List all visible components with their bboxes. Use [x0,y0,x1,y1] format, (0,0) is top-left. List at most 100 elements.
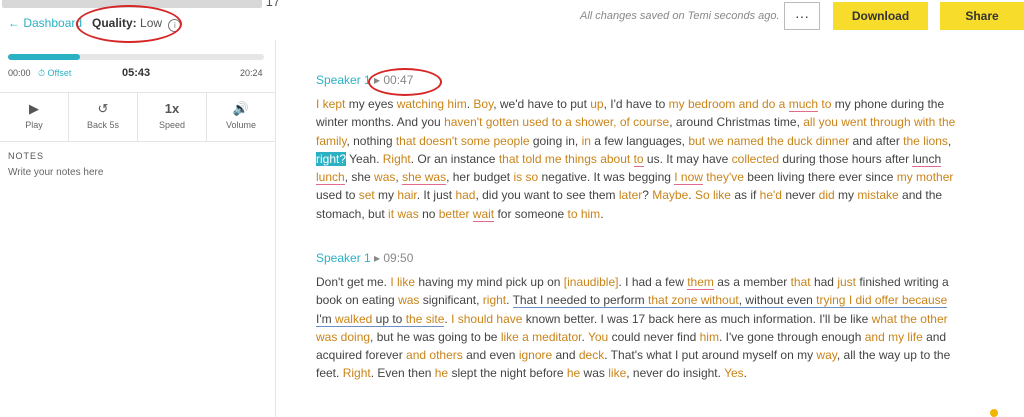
transcript-word[interactable]: for someone [494,207,567,221]
transcript-word[interactable]: That I needed to perform [512,293,649,309]
transcript-word[interactable]: , [948,134,951,148]
volume-button[interactable]: 🔊 Volume [207,93,275,141]
transcript-word[interactable]: that [791,275,811,289]
transcript-word[interactable]: Boy [473,97,493,111]
transcript-word[interactable]: Don't get me. [316,275,390,289]
share-button[interactable]: Share [940,2,1024,30]
transcript-word[interactable]: that doesn't some people [396,134,530,148]
transcript-word[interactable]: Yes [724,366,744,380]
transcript-word[interactable]: I'm [316,311,335,327]
transcript-word[interactable]: to [821,97,831,111]
transcript-word[interactable]: that zone without [648,293,739,309]
transcript-word[interactable]: having my mind pick up on [415,275,564,289]
transcript-paragraph[interactable]: I kept my eyes watching him. Boy, we'd h… [316,95,966,223]
transcript-word[interactable]: set [359,188,375,202]
transcript-word[interactable]: . [744,366,747,380]
transcript-word[interactable]: I like [390,275,415,289]
transcript-word[interactable]: hair [397,188,416,202]
transcript-word[interactable]: , we'd have to put [493,97,590,111]
transcript-word[interactable]: ? [642,188,652,202]
transcript-word[interactable]: no [419,207,439,221]
more-options-button[interactable]: ··· [784,2,820,30]
transcript-word[interactable]: he [567,366,580,380]
transcript-word[interactable]: I now [674,170,703,186]
transcript-word[interactable]: better [439,207,470,221]
transcript-word[interactable]: later [619,188,642,202]
speaker-label[interactable]: Speaker 1 [316,251,371,265]
transcript-word[interactable]: . I had a few [618,275,687,289]
transcript-word[interactable]: as a member [714,275,791,289]
transcript-word[interactable]: during those hours after [779,152,912,166]
transcript-word[interactable]: and after [849,134,903,148]
transcript-word[interactable]: , but he was going to be [370,330,501,344]
quality-indicator[interactable]: Quality: Low i [92,16,182,32]
transcript-word[interactable]: right? [316,151,347,166]
transcript-word[interactable]: he'd [760,188,782,202]
transcript-word[interactable]: mistake [857,188,898,202]
transcript-word[interactable]: , without even [738,293,817,309]
transcript-word[interactable]: him [700,330,719,344]
transcript-word[interactable]: and [552,348,579,362]
transcript-word[interactable]: . Or an instance [411,152,499,166]
transcript-word[interactable]: my [835,188,858,202]
transcript-word[interactable]: up to [372,311,406,327]
transcript-word[interactable]: . [506,293,512,307]
transcript-word[interactable]: but we named the duck dinner [688,134,849,148]
transcript-word[interactable]: trying I did offer because [816,293,948,309]
transcript-word[interactable]: my [375,188,398,202]
transcript-word[interactable]: . Even then [371,366,435,380]
transcript-word[interactable]: , around Christmas time, [669,115,803,129]
speaker-label[interactable]: Speaker 1 [316,73,371,87]
transcript-word[interactable]: Right [383,152,411,166]
transcript-word[interactable]: they've [706,170,744,184]
download-button[interactable]: Download [833,2,928,30]
transcript-word[interactable]: . [600,207,603,221]
transcript-paragraph[interactable]: Don't get me. I like having my mind pick… [316,273,966,383]
dashboard-link[interactable]: ← Dashboard [8,16,82,30]
transcript-word[interactable]: was [580,366,608,380]
notes-input[interactable] [8,167,263,178]
transcript-word[interactable]: as if [731,188,760,202]
transcript-word[interactable]: like [608,366,626,380]
transcript-word[interactable]: . That's what I put around myself on my [604,348,816,362]
transcript-word[interactable]: I kept [316,97,345,111]
offset-control[interactable]: ⏱ Offset [38,68,71,79]
transcript-word[interactable]: up [590,97,603,111]
transcript-word[interactable]: and my life [865,330,923,344]
transcript-word[interactable]: Maybe [652,188,688,202]
transcript-word[interactable]: never [782,188,819,202]
transcript-word[interactable]: walked [334,311,373,327]
transcript-word[interactable]: , her budget [446,170,513,184]
transcript-word[interactable]: , nothing [346,134,395,148]
transcript-word[interactable]: deck [579,348,604,362]
transcript-word[interactable]: that told me things about [499,152,630,166]
transcript-word[interactable]: So like [695,188,731,202]
transcript-word[interactable]: and even [463,348,519,362]
playback-progress[interactable] [8,54,264,60]
transcript-word[interactable]: my eyes [345,97,396,111]
transcript-word[interactable]: my mother [897,170,954,184]
transcript-word[interactable]: negative. It was begging [538,170,674,184]
timestamp[interactable]: ▸ 09:50 [374,251,413,265]
transcript-word[interactable]: to him [568,207,601,221]
transcript-word[interactable]: haven't gotten used to a shower, of cour… [444,115,669,129]
transcript-word[interactable]: wait [472,206,495,222]
play-button[interactable]: ▶ Play [0,93,69,141]
transcript-word[interactable]: she was [402,170,447,186]
transcript-word[interactable]: had [811,275,838,289]
timestamp[interactable]: ▸ 00:47 [374,73,413,87]
transcript-word[interactable]: had [455,188,475,202]
transcript-word[interactable]: . I've gone through enough [719,330,865,344]
back-5s-button[interactable]: ↺ Back 5s [69,93,138,141]
transcript-word[interactable]: was [374,170,395,184]
transcript-word[interactable]: Right [343,366,371,380]
transcript-word[interactable]: the site [405,311,445,327]
transcript-word[interactable]: was [398,293,419,307]
transcript-word[interactable]: . It just [417,188,456,202]
transcript-word[interactable]: the lions [903,134,948,148]
transcript-word[interactable]: , I'd have to [604,97,669,111]
transcript-word[interactable]: Yeah. [346,152,383,166]
transcript-word[interactable]: known better. I was 17 back here as much… [522,312,871,326]
transcript-word[interactable]: significant, [419,293,482,307]
transcript-word[interactable]: lunch [912,151,942,167]
